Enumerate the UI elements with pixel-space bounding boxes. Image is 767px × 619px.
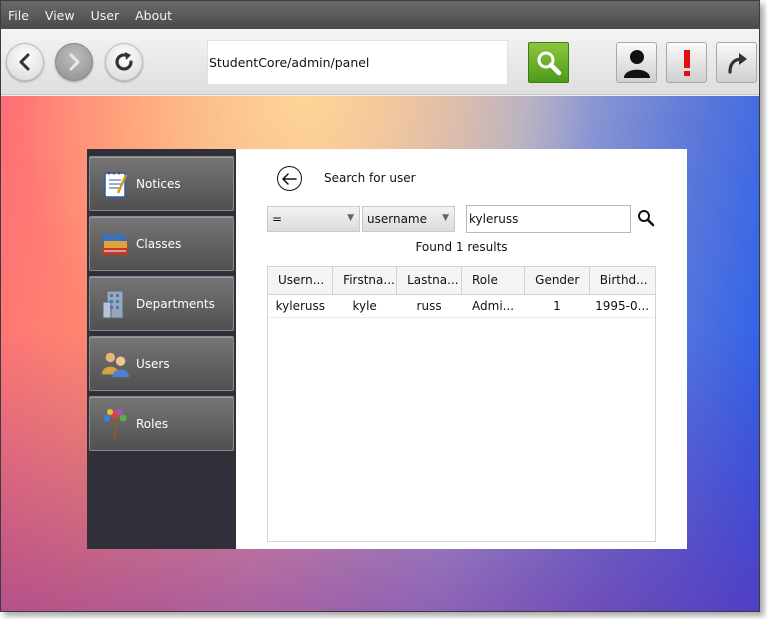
share-arrow-icon [727, 52, 747, 74]
magnifier-icon [537, 51, 561, 75]
column-header-gender[interactable]: Gender [524, 267, 590, 295]
cell-role: Admi... [461, 294, 525, 318]
page-title: Search for user [324, 171, 416, 185]
cell-username: kyleruss [268, 294, 333, 318]
field-select[interactable]: username ▼ [362, 206, 455, 232]
alert-button[interactable] [666, 42, 707, 83]
cell-lastname: russ [396, 294, 462, 318]
cell-firstname: kyle [332, 294, 397, 318]
sidebar-item-users[interactable]: Users [89, 336, 234, 391]
dropdown-arrow-icon: ▼ [442, 213, 449, 223]
column-header-username[interactable]: Usern... [268, 267, 334, 295]
notepad-icon [100, 169, 130, 199]
search-user-view: Search for user = ▼ username ▼ kyleruss … [236, 149, 687, 549]
results-table: Usern... Firstna... Lastna... Role Gende… [267, 266, 656, 542]
dropdown-arrow-icon: ▼ [347, 213, 354, 223]
sidebar-item-label: Roles [136, 416, 169, 431]
column-header-role[interactable]: Role [461, 267, 526, 295]
column-header-lastname[interactable]: Lastna... [396, 267, 462, 295]
column-header-firstname[interactable]: Firstna... [332, 267, 398, 295]
user-silhouette-icon [623, 49, 650, 78]
sidebar-item-classes[interactable]: Classes [89, 216, 234, 271]
column-header-birthdate[interactable]: Birthd... [589, 267, 655, 295]
field-value: username [367, 212, 427, 226]
role-tree-icon [100, 408, 130, 439]
arrow-left-icon [282, 172, 297, 185]
building-icon [100, 289, 130, 319]
back-button[interactable] [6, 43, 44, 81]
refresh-button[interactable] [105, 43, 143, 81]
cell-gender: 1 [524, 294, 590, 318]
search-go-button[interactable] [528, 42, 569, 83]
toolbar: StudentCore/admin/panel [1, 29, 759, 95]
logout-button[interactable] [716, 42, 757, 83]
profile-button[interactable] [616, 42, 657, 83]
menu-view[interactable]: View [45, 8, 75, 23]
back-arrow-button[interactable] [277, 166, 302, 191]
table-header-row: Usern... Firstna... Lastna... Role Gende… [268, 267, 655, 295]
menu-file[interactable]: File [8, 8, 29, 23]
forward-button[interactable] [55, 43, 93, 81]
address-bar[interactable]: StudentCore/admin/panel [207, 40, 508, 85]
cell-birthdate: 1995-0... [589, 294, 655, 318]
menu-about[interactable]: About [135, 8, 172, 23]
exclamation-icon [683, 49, 690, 76]
sidebar-item-label: Users [136, 356, 170, 371]
search-input[interactable]: kyleruss [466, 205, 631, 233]
chevron-right-icon [69, 53, 80, 71]
sidebar-item-label: Notices [136, 176, 181, 191]
sidebar-item-notices[interactable]: Notices [89, 156, 234, 211]
results-count: Found 1 results [415, 240, 508, 254]
sidebar-item-label: Departments [136, 296, 215, 311]
admin-panel: Notices Classes Departments Users Roles [87, 149, 687, 549]
sidebar-item-departments[interactable]: Departments [89, 276, 234, 331]
table-row[interactable]: kyleruss kyle russ Admi... 1 1995-0... [268, 294, 655, 318]
operator-value: = [272, 212, 283, 226]
chevron-left-icon [19, 53, 30, 71]
sidebar: Notices Classes Departments Users Roles [87, 149, 236, 549]
sidebar-item-roles[interactable]: Roles [89, 396, 234, 451]
books-icon [100, 229, 130, 259]
refresh-icon [115, 52, 133, 71]
menu-user[interactable]: User [91, 8, 120, 23]
operator-select[interactable]: = ▼ [267, 206, 360, 232]
search-icon[interactable] [637, 209, 655, 227]
users-icon [100, 349, 130, 379]
menu-bar: File View User About [1, 1, 759, 29]
sidebar-item-label: Classes [136, 236, 182, 251]
